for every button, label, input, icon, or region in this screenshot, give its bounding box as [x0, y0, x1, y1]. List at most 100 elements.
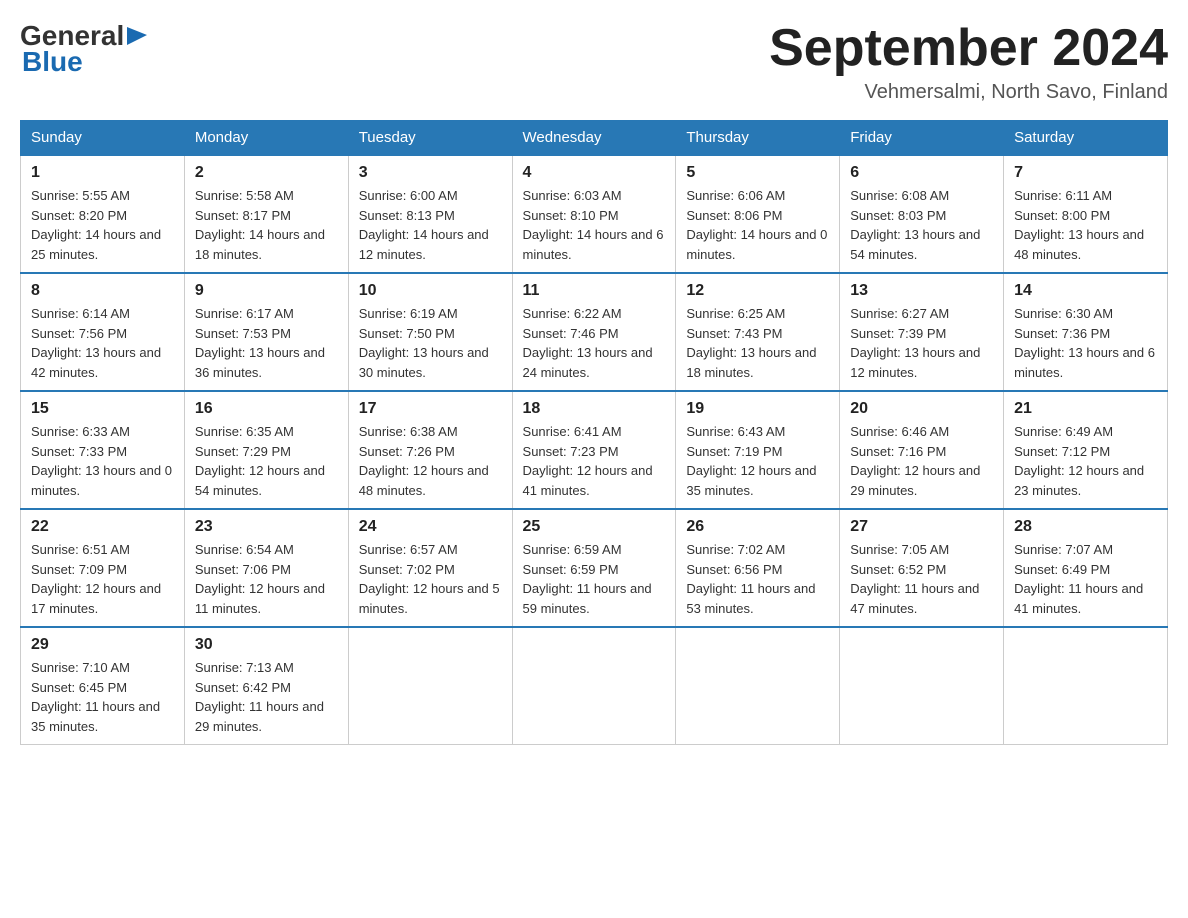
- day-info: Sunrise: 6:00 AMSunset: 8:13 PMDaylight:…: [359, 186, 502, 264]
- empty-cell: [348, 627, 512, 745]
- calendar-header-thursday: Thursday: [676, 121, 840, 156]
- day-cell-27: 27 Sunrise: 7:05 AMSunset: 6:52 PMDayligh…: [840, 509, 1004, 627]
- day-info: Sunrise: 6:03 AMSunset: 8:10 PMDaylight:…: [523, 186, 666, 264]
- day-info: Sunrise: 6:59 AMSunset: 6:59 PMDaylight:…: [523, 540, 666, 618]
- day-number: 4: [523, 164, 666, 182]
- empty-cell: [676, 627, 840, 745]
- calendar-header-row: SundayMondayTuesdayWednesdayThursdayFrid…: [21, 121, 1168, 156]
- day-cell-11: 11 Sunrise: 6:22 AMSunset: 7:46 PMDayligh…: [512, 273, 676, 391]
- day-info: Sunrise: 7:13 AMSunset: 6:42 PMDaylight:…: [195, 658, 338, 736]
- day-number: 23: [195, 518, 338, 536]
- day-number: 27: [850, 518, 993, 536]
- day-info: Sunrise: 6:14 AMSunset: 7:56 PMDaylight:…: [31, 304, 174, 382]
- day-cell-15: 15 Sunrise: 6:33 AMSunset: 7:33 PMDayligh…: [21, 391, 185, 509]
- day-cell-16: 16 Sunrise: 6:35 AMSunset: 7:29 PMDayligh…: [184, 391, 348, 509]
- day-number: 14: [1014, 282, 1157, 300]
- day-cell-22: 22 Sunrise: 6:51 AMSunset: 7:09 PMDayligh…: [21, 509, 185, 627]
- day-info: Sunrise: 6:57 AMSunset: 7:02 PMDaylight:…: [359, 540, 502, 618]
- calendar-subtitle: Vehmersalmi, North Savo, Finland: [769, 81, 1168, 104]
- empty-cell: [840, 627, 1004, 745]
- day-cell-4: 4 Sunrise: 6:03 AMSunset: 8:10 PMDaylight…: [512, 155, 676, 273]
- day-cell-3: 3Sunrise: 6:00 AMSunset: 8:13 PMDaylight…: [348, 155, 512, 273]
- day-info: Sunrise: 6:33 AMSunset: 7:33 PMDaylight:…: [31, 422, 174, 500]
- day-cell-9: 9 Sunrise: 6:17 AMSunset: 7:53 PMDaylight…: [184, 273, 348, 391]
- day-cell-8: 8 Sunrise: 6:14 AMSunset: 7:56 PMDaylight…: [21, 273, 185, 391]
- day-number: 2: [195, 164, 338, 182]
- day-info: Sunrise: 7:10 AMSunset: 6:45 PMDaylight:…: [31, 658, 174, 736]
- day-info: Sunrise: 6:49 AMSunset: 7:12 PMDaylight:…: [1014, 422, 1157, 500]
- day-info: Sunrise: 5:58 AMSunset: 8:17 PMDaylight:…: [195, 186, 338, 264]
- day-number: 22: [31, 518, 174, 536]
- day-number: 5: [686, 164, 829, 182]
- day-number: 15: [31, 400, 174, 418]
- day-info: Sunrise: 6:08 AMSunset: 8:03 PMDaylight:…: [850, 186, 993, 264]
- day-cell-30: 30 Sunrise: 7:13 AMSunset: 6:42 PMDayligh…: [184, 627, 348, 745]
- day-cell-6: 6 Sunrise: 6:08 AMSunset: 8:03 PMDaylight…: [840, 155, 1004, 273]
- day-cell-2: 2 Sunrise: 5:58 AMSunset: 8:17 PMDaylight…: [184, 155, 348, 273]
- day-number: 8: [31, 282, 174, 300]
- calendar-header-wednesday: Wednesday: [512, 121, 676, 156]
- day-info: Sunrise: 7:02 AMSunset: 6:56 PMDaylight:…: [686, 540, 829, 618]
- day-number: 11: [523, 282, 666, 300]
- day-cell-28: 28Sunrise: 7:07 AMSunset: 6:49 PMDayligh…: [1004, 509, 1168, 627]
- day-cell-10: 10 Sunrise: 6:19 AMSunset: 7:50 PMDayligh…: [348, 273, 512, 391]
- day-number: 12: [686, 282, 829, 300]
- day-number: 7: [1014, 164, 1157, 182]
- logo-blue-text: Blue: [22, 46, 83, 78]
- day-info: Sunrise: 5:55 AMSunset: 8:20 PMDaylight:…: [31, 186, 174, 264]
- day-number: 19: [686, 400, 829, 418]
- week-row-3: 15 Sunrise: 6:33 AMSunset: 7:33 PMDayligh…: [21, 391, 1168, 509]
- day-number: 10: [359, 282, 502, 300]
- day-info: Sunrise: 6:25 AMSunset: 7:43 PMDaylight:…: [686, 304, 829, 382]
- title-block: September 2024 Vehmersalmi, North Savo, …: [769, 20, 1168, 104]
- day-cell-21: 21 Sunrise: 6:49 AMSunset: 7:12 PMDayligh…: [1004, 391, 1168, 509]
- day-info: Sunrise: 6:46 AMSunset: 7:16 PMDaylight:…: [850, 422, 993, 500]
- page-header: General Blue September 2024 Vehmersalmi,…: [20, 20, 1168, 104]
- day-info: Sunrise: 6:43 AMSunset: 7:19 PMDaylight:…: [686, 422, 829, 500]
- week-row-4: 22 Sunrise: 6:51 AMSunset: 7:09 PMDayligh…: [21, 509, 1168, 627]
- day-cell-20: 20 Sunrise: 6:46 AMSunset: 7:16 PMDayligh…: [840, 391, 1004, 509]
- day-info: Sunrise: 6:30 AMSunset: 7:36 PMDaylight:…: [1014, 304, 1157, 382]
- day-number: 21: [1014, 400, 1157, 418]
- day-info: Sunrise: 6:38 AMSunset: 7:26 PMDaylight:…: [359, 422, 502, 500]
- day-cell-18: 18Sunrise: 6:41 AMSunset: 7:23 PMDayligh…: [512, 391, 676, 509]
- day-number: 1: [31, 164, 174, 182]
- day-info: Sunrise: 6:54 AMSunset: 7:06 PMDaylight:…: [195, 540, 338, 618]
- day-cell-1: 1 Sunrise: 5:55 AMSunset: 8:20 PMDaylight…: [21, 155, 185, 273]
- day-info: Sunrise: 6:11 AMSunset: 8:00 PMDaylight:…: [1014, 186, 1157, 264]
- day-number: 16: [195, 400, 338, 418]
- day-cell-14: 14 Sunrise: 6:30 AMSunset: 7:36 PMDayligh…: [1004, 273, 1168, 391]
- day-info: Sunrise: 6:17 AMSunset: 7:53 PMDaylight:…: [195, 304, 338, 382]
- week-row-5: 29Sunrise: 7:10 AMSunset: 6:45 PMDayligh…: [21, 627, 1168, 745]
- calendar-header-tuesday: Tuesday: [348, 121, 512, 156]
- day-number: 30: [195, 636, 338, 654]
- calendar-title: September 2024: [769, 20, 1168, 77]
- week-row-1: 1 Sunrise: 5:55 AMSunset: 8:20 PMDaylight…: [21, 155, 1168, 273]
- day-number: 9: [195, 282, 338, 300]
- day-number: 6: [850, 164, 993, 182]
- day-info: Sunrise: 6:06 AMSunset: 8:06 PMDaylight:…: [686, 186, 829, 264]
- day-number: 24: [359, 518, 502, 536]
- logo: General Blue: [20, 20, 149, 78]
- day-info: Sunrise: 6:27 AMSunset: 7:39 PMDaylight:…: [850, 304, 993, 382]
- day-number: 20: [850, 400, 993, 418]
- day-number: 26: [686, 518, 829, 536]
- day-number: 25: [523, 518, 666, 536]
- day-cell-25: 25 Sunrise: 6:59 AMSunset: 6:59 PMDayligh…: [512, 509, 676, 627]
- calendar-table: SundayMondayTuesdayWednesdayThursdayFrid…: [20, 120, 1168, 745]
- day-cell-7: 7 Sunrise: 6:11 AMSunset: 8:00 PMDaylight…: [1004, 155, 1168, 273]
- day-cell-19: 19 Sunrise: 6:43 AMSunset: 7:19 PMDayligh…: [676, 391, 840, 509]
- day-info: Sunrise: 7:07 AMSunset: 6:49 PMDaylight:…: [1014, 540, 1157, 618]
- day-info: Sunrise: 6:22 AMSunset: 7:46 PMDaylight:…: [523, 304, 666, 382]
- day-info: Sunrise: 6:41 AMSunset: 7:23 PMDaylight:…: [523, 422, 666, 500]
- calendar-header-sunday: Sunday: [21, 121, 185, 156]
- day-info: Sunrise: 6:35 AMSunset: 7:29 PMDaylight:…: [195, 422, 338, 500]
- calendar-header-saturday: Saturday: [1004, 121, 1168, 156]
- day-info: Sunrise: 6:19 AMSunset: 7:50 PMDaylight:…: [359, 304, 502, 382]
- day-cell-26: 26 Sunrise: 7:02 AMSunset: 6:56 PMDayligh…: [676, 509, 840, 627]
- day-cell-29: 29Sunrise: 7:10 AMSunset: 6:45 PMDayligh…: [21, 627, 185, 745]
- day-info: Sunrise: 7:05 AMSunset: 6:52 PMDaylight:…: [850, 540, 993, 618]
- day-cell-12: 12 Sunrise: 6:25 AMSunset: 7:43 PMDayligh…: [676, 273, 840, 391]
- empty-cell: [1004, 627, 1168, 745]
- day-info: Sunrise: 6:51 AMSunset: 7:09 PMDaylight:…: [31, 540, 174, 618]
